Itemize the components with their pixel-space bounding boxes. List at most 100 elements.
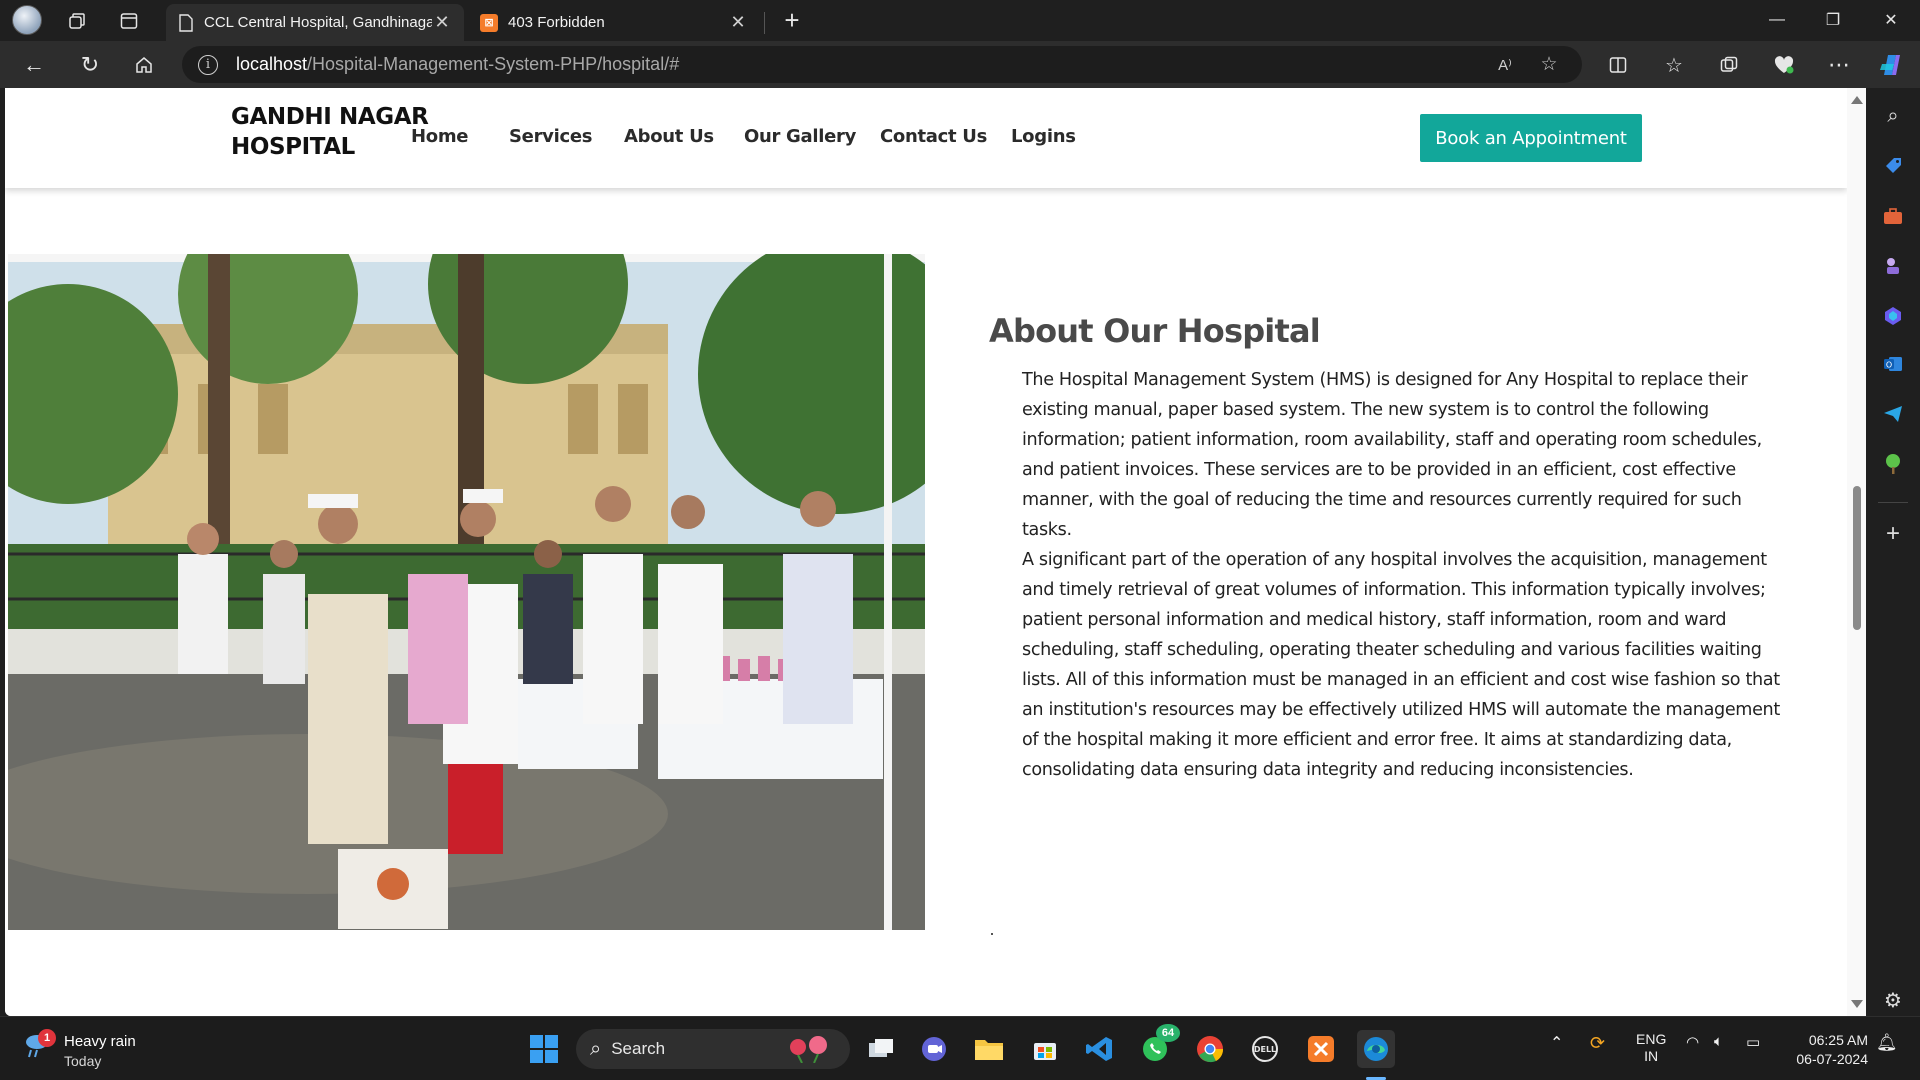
browser-titlebar: CCL Central Hospital, Gandhinagar ✕ ⊠ 40… [0, 0, 1920, 41]
collections-icon[interactable] [1713, 49, 1745, 81]
nav-about-us[interactable]: About Us [624, 126, 714, 147]
sidebar-divider [1878, 502, 1908, 503]
weather-subtitle: Today [64, 1053, 102, 1069]
health-heart-icon[interactable] [1768, 49, 1800, 81]
xampp-favicon-icon: ⊠ [480, 13, 498, 32]
copilot-sidebar-icon[interactable] [1879, 302, 1907, 330]
about-section: About Our Hospital The Hospital Manageme… [5, 188, 1847, 1016]
language-indicator[interactable]: ENG IN [1636, 1031, 1666, 1065]
file-explorer-icon[interactable] [970, 1030, 1008, 1068]
nav-services[interactable]: Services [509, 126, 592, 147]
tools-briefcase-icon[interactable] [1879, 202, 1907, 230]
taskbar-search[interactable]: ⌕ Search [576, 1029, 850, 1069]
tab-title: 403 Forbidden [508, 14, 605, 31]
clock[interactable]: 06:25 AM 06-07-2024 [1784, 1031, 1868, 1069]
tab-close-icon[interactable]: ✕ [432, 12, 452, 33]
wifi-icon[interactable]: ◠ [1686, 1033, 1699, 1051]
add-sidebar-app-icon[interactable]: + [1879, 520, 1907, 548]
chrome-icon[interactable] [1191, 1030, 1229, 1068]
favorite-star-icon[interactable]: ☆ [1532, 46, 1566, 83]
svg-text:DELL: DELL [1254, 1045, 1276, 1054]
outlook-icon[interactable]: O [1879, 350, 1907, 378]
minimize-button[interactable]: — [1748, 0, 1806, 40]
search-icon: ⌕ [590, 1037, 602, 1060]
about-paragraph: A significant part of the operation of a… [1022, 550, 1780, 780]
search-placeholder: Search [611, 1039, 666, 1058]
favorites-icon[interactable]: ☆ [1658, 49, 1690, 81]
close-window-button[interactable]: ✕ [1862, 0, 1920, 40]
tree-icon[interactable] [1879, 450, 1907, 478]
site-logo[interactable]: GANDHI NAGAR HOSPITAL [231, 102, 429, 162]
address-bar[interactable]: i localhost/Hospital-Management-System-P… [182, 46, 1582, 83]
nav-home[interactable]: Home [411, 126, 469, 147]
notification-bell-icon[interactable]: 🔔︎ [1876, 1033, 1898, 1053]
brand-line-2: HOSPITAL [231, 134, 355, 160]
region-code: IN [1644, 1048, 1659, 1064]
start-windows-icon[interactable] [525, 1030, 563, 1068]
restore-button[interactable]: ❐ [1804, 0, 1862, 40]
site-info-icon[interactable]: i [198, 54, 218, 75]
volume-icon[interactable]: 🔈︎ [1714, 1033, 1723, 1050]
tab-close-icon[interactable]: ✕ [728, 12, 748, 33]
about-title: About Our Hospital [989, 312, 1321, 350]
url-path: /Hospital-Management-System-PHP/hospital… [307, 54, 680, 74]
tab-inactive[interactable]: ⊠ 403 Forbidden ✕ [468, 4, 760, 41]
weather-alert-badge: 1 [38, 1029, 56, 1047]
sync-icon[interactable]: ⟳ [1590, 1033, 1605, 1054]
trailing-dot [991, 933, 993, 935]
about-text: The Hospital Management System (HMS) is … [1022, 365, 1782, 785]
edge-browser-icon[interactable] [1357, 1030, 1395, 1068]
show-hidden-icons-chevron-up-icon[interactable]: ⌃ [1550, 1033, 1563, 1053]
scroll-down-arrow-icon[interactable] [1851, 1000, 1863, 1008]
xampp-icon[interactable] [1302, 1030, 1340, 1068]
games-icon[interactable] [1879, 252, 1907, 280]
teams-meet-icon[interactable] [915, 1030, 953, 1068]
tab-active[interactable]: CCL Central Hospital, Gandhinagar ✕ [166, 4, 464, 41]
about-paragraph: The Hospital Management System (HMS) is … [1022, 370, 1762, 540]
hospital-event-photo [8, 254, 925, 930]
read-aloud-icon[interactable]: A⁾ [1488, 46, 1522, 83]
task-view-icon[interactable] [862, 1030, 900, 1068]
whatsapp-badge: 64 [1156, 1024, 1180, 1042]
browser-toolbar: ← ↻ i localhost/Hospital-Management-Syst… [0, 41, 1920, 88]
flowers-icon [784, 1035, 836, 1068]
tab-title: CCL Central Hospital, Gandhinagar [204, 14, 432, 31]
sidebar-search-icon[interactable]: ⌕ [1879, 102, 1907, 130]
brand-line-1: GANDHI NAGAR [231, 104, 429, 130]
scrollbar-thumb[interactable] [1853, 486, 1861, 630]
refresh-icon[interactable]: ↻ [74, 49, 106, 81]
nav-our-gallery[interactable]: Our Gallery [744, 126, 856, 147]
copilot-icon[interactable] [1876, 49, 1908, 81]
battery-icon[interactable]: ▭ [1746, 1033, 1760, 1051]
clock-time: 06:25 AM [1808, 1032, 1868, 1048]
nav-contact-us[interactable]: Contact Us [880, 126, 987, 147]
dell-icon[interactable]: DELL [1246, 1030, 1284, 1068]
weather-title: Heavy rain [64, 1033, 136, 1050]
profile-avatar[interactable] [12, 5, 42, 35]
tab-separator [764, 12, 765, 34]
nav-logins[interactable]: Logins [1011, 126, 1076, 147]
more-options-icon[interactable]: ⋯ [1823, 49, 1855, 81]
clock-date: 06-07-2024 [1796, 1051, 1868, 1067]
scroll-up-arrow-icon[interactable] [1851, 96, 1863, 104]
workspaces-icon[interactable] [62, 6, 92, 36]
new-tab-button[interactable]: + [776, 4, 808, 36]
send-telegram-icon[interactable] [1879, 400, 1907, 428]
url-host: localhost [236, 54, 308, 74]
back-arrow-icon[interactable]: ← [18, 49, 50, 81]
site-header: GANDHI NAGAR HOSPITAL Home Services Abou… [5, 88, 1847, 188]
vertical-tabs-icon[interactable] [114, 6, 144, 36]
svg-text:O: O [1886, 361, 1892, 370]
edge-sidebar: ⌕ O + ⚙ [1866, 88, 1920, 1016]
split-screen-icon[interactable] [1602, 49, 1634, 81]
page-viewport: GANDHI NAGAR HOSPITAL Home Services Abou… [5, 88, 1866, 1016]
microsoft-store-icon[interactable] [1026, 1030, 1064, 1068]
book-appointment-button[interactable]: Book an Appointment [1420, 114, 1642, 162]
windows-taskbar: 1 Heavy rain Today ⌕ Search 64 DELL ⌃ ⟳ … [0, 1016, 1920, 1080]
page-scrollbar[interactable] [1847, 88, 1866, 1016]
vscode-icon[interactable] [1081, 1030, 1119, 1068]
shopping-tag-icon[interactable] [1879, 152, 1907, 180]
home-icon[interactable] [128, 49, 160, 81]
language-code: ENG [1636, 1031, 1667, 1047]
sidebar-settings-gear-icon[interactable]: ⚙ [1879, 986, 1907, 1014]
